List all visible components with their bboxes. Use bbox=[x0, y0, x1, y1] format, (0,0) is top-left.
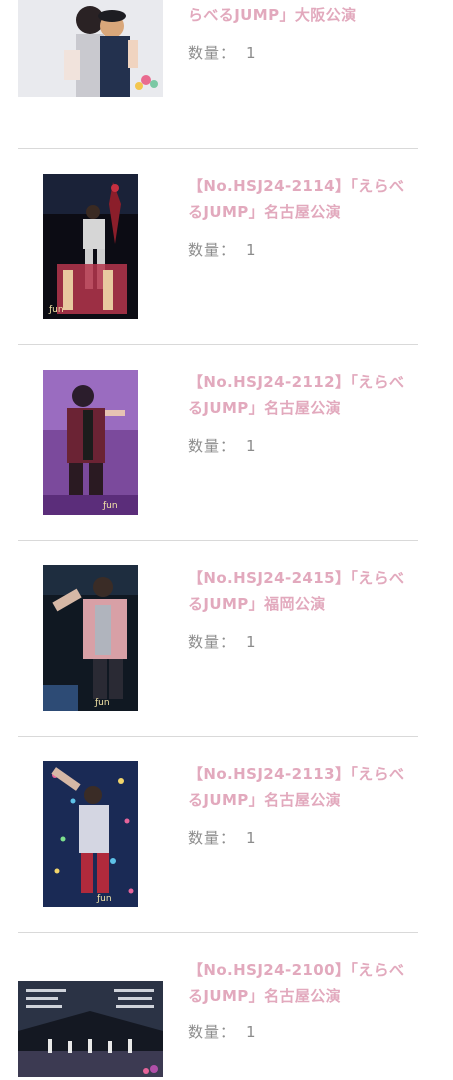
cart-item: ƒun 【No.HSJ24-2415】「えらべるJUMP」福岡公演 数量： 1 bbox=[0, 541, 453, 736]
quantity-label: 数量： bbox=[188, 437, 237, 455]
svg-text:ƒun: ƒun bbox=[48, 305, 64, 315]
product-title[interactable]: 【No.HSJ24-2112】「えらべるJUMP」名古屋公演 bbox=[188, 369, 418, 421]
cart-item: ƒun 【No.HSJ24-2112】「えらべるJUMP」名古屋公演 数量： 1 bbox=[0, 345, 453, 540]
cart-item: らべるJUMP」大阪公演 数量： 1 bbox=[0, 0, 453, 148]
quantity: 数量： 1 bbox=[188, 1021, 257, 1042]
cart-item: ƒun 【No.HSJ24-2113】「えらべるJUMP」名古屋公演 数量： 1 bbox=[0, 737, 453, 932]
product-thumbnail[interactable]: ƒun bbox=[43, 761, 138, 907]
quantity-value: 1 bbox=[246, 44, 257, 62]
quantity: 数量： 1 bbox=[188, 239, 257, 260]
quantity-value: 1 bbox=[246, 633, 257, 651]
quantity: 数量： 1 bbox=[188, 827, 257, 848]
product-thumbnail[interactable] bbox=[18, 981, 163, 1077]
quantity-value: 1 bbox=[246, 1023, 257, 1041]
cart-item: 【No.HSJ24-2100】「えらべるJUMP」名古屋公演 数量： 1 bbox=[0, 933, 453, 1080]
product-title[interactable]: 【No.HSJ24-2415】「えらべるJUMP」福岡公演 bbox=[188, 565, 418, 617]
product-title[interactable]: 【No.HSJ24-2114】「えらべるJUMP」名古屋公演 bbox=[188, 173, 418, 225]
quantity-value: 1 bbox=[246, 241, 257, 259]
svg-text:ƒun: ƒun bbox=[94, 698, 110, 708]
quantity-label: 数量： bbox=[188, 829, 237, 847]
product-thumbnail[interactable] bbox=[18, 0, 163, 97]
quantity-value: 1 bbox=[246, 829, 257, 847]
svg-text:ƒun: ƒun bbox=[96, 894, 112, 904]
quantity-label: 数量： bbox=[188, 44, 237, 62]
product-thumbnail[interactable]: ƒun bbox=[43, 370, 138, 515]
quantity: 数量： 1 bbox=[188, 435, 257, 456]
quantity-label: 数量： bbox=[188, 1023, 237, 1041]
svg-text:ƒun: ƒun bbox=[102, 501, 118, 511]
quantity-label: 数量： bbox=[188, 633, 237, 651]
product-title[interactable]: 【No.HSJ24-2100】「えらべるJUMP」名古屋公演 bbox=[188, 957, 418, 1009]
cart-item: ƒun 【No.HSJ24-2114】「えらべるJUMP」名古屋公演 数量： 1 bbox=[0, 149, 453, 344]
quantity-label: 数量： bbox=[188, 241, 237, 259]
product-title[interactable]: 【No.HSJ24-2113】「えらべるJUMP」名古屋公演 bbox=[188, 761, 418, 813]
quantity-value: 1 bbox=[246, 437, 257, 455]
product-thumbnail[interactable]: ƒun bbox=[43, 174, 138, 319]
quantity: 数量： 1 bbox=[188, 631, 257, 652]
product-title[interactable]: らべるJUMP」大阪公演 bbox=[188, 2, 418, 28]
product-thumbnail[interactable]: ƒun bbox=[43, 565, 138, 711]
quantity: 数量： 1 bbox=[188, 42, 257, 63]
